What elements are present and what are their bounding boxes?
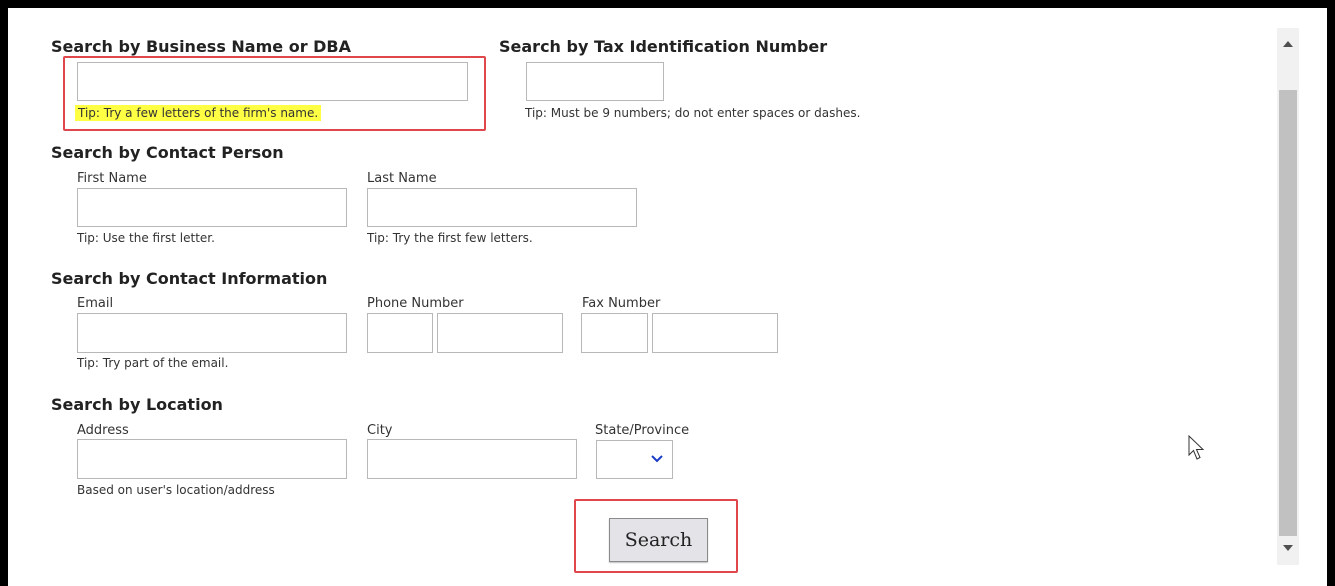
- business-name-heading: Search by Business Name or DBA: [51, 37, 352, 56]
- tax-id-heading: Search by Tax Identification Number: [499, 37, 828, 56]
- address-input[interactable]: [77, 439, 347, 479]
- fax-area-code-input[interactable]: [581, 313, 648, 353]
- tax-id-tip: Tip: Must be 9 numbers; do not enter spa…: [525, 106, 861, 120]
- city-label: City: [367, 423, 393, 438]
- location-heading: Search by Location: [51, 395, 223, 414]
- state-select[interactable]: [596, 440, 673, 479]
- address-tip: Based on user's location/address: [77, 483, 275, 497]
- phone-label: Phone Number: [367, 296, 464, 311]
- contact-info-heading: Search by Contact Information: [51, 269, 328, 288]
- scrollbar-thumb[interactable]: [1279, 90, 1297, 536]
- email-tip: Tip: Try part of the email.: [77, 356, 229, 370]
- tax-id-input[interactable]: [526, 62, 664, 101]
- first-name-label: First Name: [77, 171, 147, 186]
- state-label: State/Province: [595, 423, 690, 438]
- phone-number-input[interactable]: [437, 313, 563, 353]
- contact-person-heading: Search by Contact Person: [51, 143, 284, 162]
- triangle-down-icon[interactable]: [1283, 544, 1293, 551]
- email-input[interactable]: [77, 313, 347, 353]
- search-annotation-box: [574, 499, 738, 573]
- email-label: Email: [77, 296, 114, 311]
- phone-area-code-input[interactable]: [367, 313, 433, 353]
- last-name-tip: Tip: Try the first few letters.: [367, 231, 533, 245]
- chevron-down-icon: [651, 455, 663, 463]
- last-name-label: Last Name: [367, 171, 437, 186]
- highlight-annotation-box: [63, 56, 486, 131]
- fax-number-input[interactable]: [652, 313, 778, 353]
- first-name-input[interactable]: [77, 188, 347, 227]
- triangle-up-icon[interactable]: [1283, 40, 1293, 47]
- search-form-page: Search by Business Name or DBA Tip: Try …: [8, 8, 1327, 586]
- first-name-tip: Tip: Use the first letter.: [77, 231, 215, 245]
- scrollbar[interactable]: [1277, 28, 1299, 565]
- city-input[interactable]: [367, 439, 577, 479]
- address-label: Address: [77, 423, 129, 438]
- last-name-input[interactable]: [367, 188, 637, 227]
- mouse-pointer-icon: [1188, 435, 1205, 460]
- fax-label: Fax Number: [582, 296, 661, 311]
